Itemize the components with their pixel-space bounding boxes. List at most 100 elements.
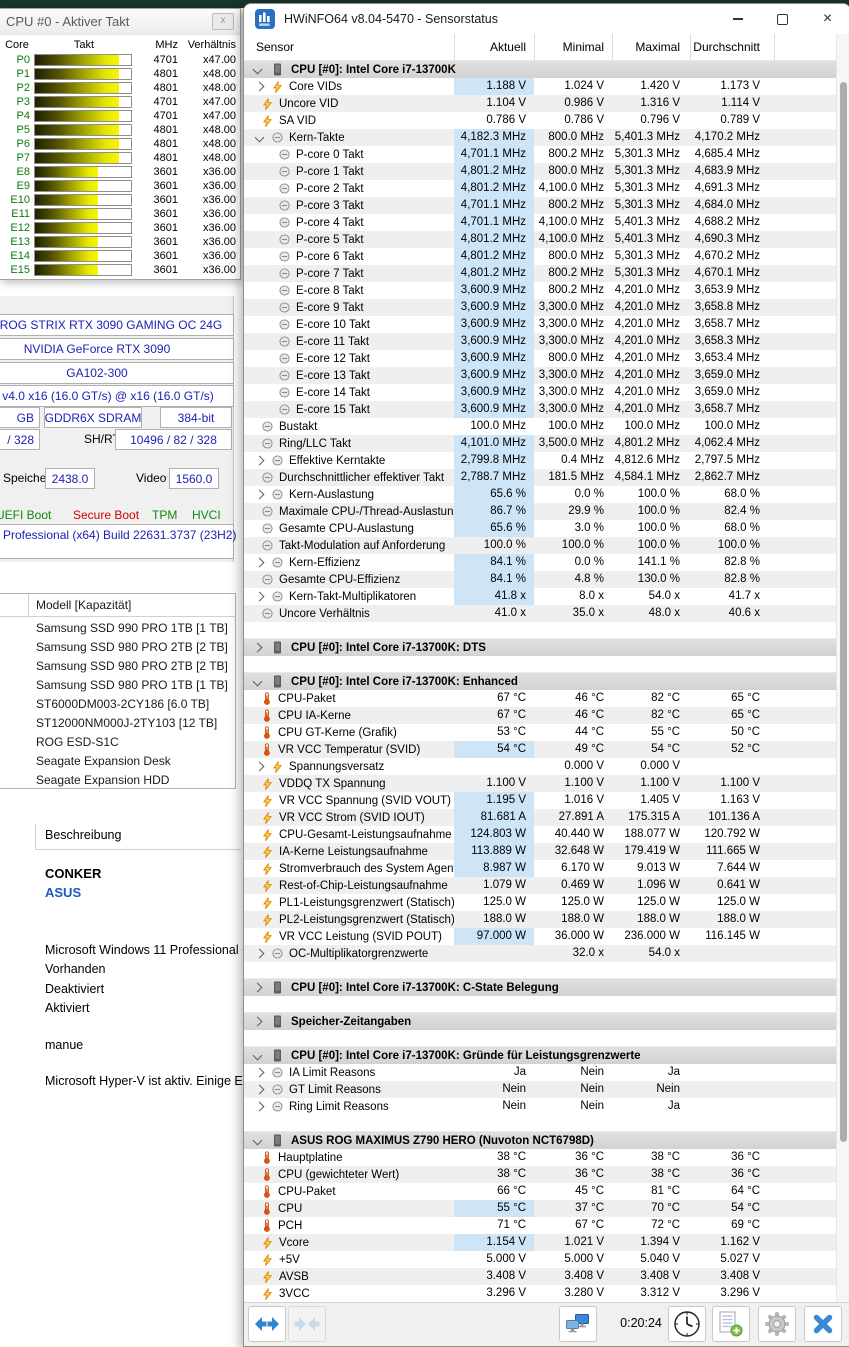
column-aktuell[interactable]: Aktuell: [454, 34, 534, 60]
expand-chevron-icon[interactable]: [254, 948, 265, 959]
expand-chevron-icon[interactable]: [254, 591, 265, 602]
sensor-row[interactable]: CPU-Gesamt-Leistungsaufnahme 124.803 W 40.…: [244, 826, 836, 843]
sensor-row[interactable]: P-core 3 Takt 4,701.1 MHz 800.2 MHz 5,301.3…: [244, 197, 836, 214]
sensor-row[interactable]: CPU 55 °C 37 °C 70 °C 54 °C: [244, 1200, 836, 1217]
sensor-row[interactable]: E-core 9 Takt 3,600.9 MHz 3,300.0 MHz 4,201…: [244, 299, 836, 316]
sensor-section-header[interactable]: CPU [#0]: Intel Core i7-13700K: Enhanced: [244, 672, 836, 690]
expand-chevron-icon[interactable]: [254, 761, 265, 772]
sensor-row[interactable]: P-core 6 Takt 4,801.2 MHz 800.0 MHz 5,301.3…: [244, 248, 836, 265]
drive-column-header[interactable]: Modell [Kapazität]: [36, 598, 131, 612]
sensor-row[interactable]: E-core 13 Takt 3,600.9 MHz 3,300.0 MHz 4,20…: [244, 367, 836, 384]
sensor-row[interactable]: VR VCC Spannung (SVID VOUT) 1.195 V 1.016 …: [244, 792, 836, 809]
sensor-row[interactable]: Takt-Modulation auf Anforderung 100.0 % 10…: [244, 537, 836, 554]
sensor-section-header[interactable]: CPU [#0]: Intel Core i7-13700K: [244, 60, 836, 78]
sensor-row[interactable]: CPU-Paket 67 °C 46 °C 82 °C 65 °C: [244, 690, 836, 707]
sensor-row[interactable]: P-core 0 Takt 4,701.1 MHz 800.2 MHz 5,301.3…: [244, 146, 836, 163]
sensor-row[interactable]: Hauptplatine 38 °C 36 °C 38 °C 36 °C: [244, 1149, 836, 1166]
expand-chevron-icon[interactable]: [252, 676, 263, 687]
sensor-row[interactable]: VR VCC Strom (SVID IOUT) 81.681 A 27.891 A…: [244, 809, 836, 826]
sensor-row[interactable]: IA Limit Reasons Ja Nein Ja: [244, 1064, 836, 1081]
sensor-row[interactable]: Kern-Takt-Multiplikatoren 41.8 x 8.0 x 54.0…: [244, 588, 836, 605]
sensor-row[interactable]: E-core 12 Takt 3,600.9 MHz 800.0 MHz 4,201.…: [244, 350, 836, 367]
sensor-row[interactable]: SA VID 0.786 V 0.786 V 0.796 V 0.789 V: [244, 112, 836, 129]
report-button[interactable]: [712, 1306, 750, 1342]
expand-chevron-icon[interactable]: [252, 642, 263, 653]
sensor-row[interactable]: Kern-Auslastung 65.6 % 0.0 % 100.0 % 68.0 %: [244, 486, 836, 503]
drive-item[interactable]: Seagate Expansion Desk: [36, 752, 231, 771]
sensor-row[interactable]: IA-Kerne Leistungsaufnahme 113.889 W 32.64…: [244, 843, 836, 860]
column-sensor[interactable]: Sensor: [244, 34, 454, 60]
drive-item[interactable]: ST12000NM000J-2TY103 [12 TB]: [36, 714, 231, 733]
sensor-row[interactable]: E-core 11 Takt 3,600.9 MHz 3,300.0 MHz 4,20…: [244, 333, 836, 350]
expand-chevron-icon[interactable]: [252, 64, 263, 75]
sensor-row[interactable]: P-core 1 Takt 4,801.2 MHz 800.0 MHz 5,301.3…: [244, 163, 836, 180]
sensor-row[interactable]: E-core 14 Takt 3,600.9 MHz 3,300.0 MHz 4,20…: [244, 384, 836, 401]
remote-sensors-button[interactable]: [559, 1306, 597, 1342]
sensor-row[interactable]: E-core 10 Takt 3,600.9 MHz 3,300.0 MHz 4,20…: [244, 316, 836, 333]
expand-chevron-icon[interactable]: [254, 1101, 265, 1112]
sensor-row[interactable]: PCH 71 °C 67 °C 72 °C 69 °C: [244, 1217, 836, 1234]
drive-item[interactable]: Samsung SSD 990 PRO 1TB [1 TB]: [36, 619, 231, 638]
hwinfo-titlebar[interactable]: HWiNFO64 v8.04-5470 - Sensorstatus ×: [244, 4, 849, 34]
description-column-header[interactable]: Beschreibung: [45, 828, 121, 842]
drive-item[interactable]: ROG ESD-S1C: [36, 733, 231, 752]
sensor-row[interactable]: CPU GT-Kerne (Grafik) 53 °C 44 °C 55 °C 50 °…: [244, 724, 836, 741]
expand-chevron-icon[interactable]: [254, 557, 265, 568]
sensor-row[interactable]: GT Limit Reasons Nein Nein Nein: [244, 1081, 836, 1098]
sensor-row[interactable]: E-core 15 Takt 3,600.9 MHz 3,300.0 MHz 4,20…: [244, 401, 836, 418]
sensor-row[interactable]: CPU IA-Kerne 67 °C 46 °C 82 °C 65 °C: [244, 707, 836, 724]
minimize-button[interactable]: [715, 4, 760, 34]
column-minimal[interactable]: Minimal: [534, 34, 612, 60]
expand-chevron-icon[interactable]: [254, 455, 265, 466]
sensor-row[interactable]: Durchschnittlicher effektiver Takt 2,788.…: [244, 469, 836, 486]
drive-item[interactable]: Samsung SSD 980 PRO 1TB [1 TB]: [36, 676, 231, 695]
exit-button[interactable]: [804, 1306, 842, 1342]
expand-chevron-icon[interactable]: [254, 1084, 265, 1095]
sensor-row[interactable]: Core VIDs 1.188 V 1.024 V 1.420 V 1.173 V: [244, 78, 836, 95]
maximize-button[interactable]: [760, 4, 805, 34]
sensor-row[interactable]: CPU-Paket 66 °C 45 °C 81 °C 64 °C: [244, 1183, 836, 1200]
vertical-scrollbar[interactable]: [836, 34, 849, 1303]
sensor-row[interactable]: Rest-of-Chip-Leistungsaufnahme 1.079 W 0.4…: [244, 877, 836, 894]
sensor-row[interactable]: Effektive Kerntakte 2,799.8 MHz 0.4 MHz 4,8…: [244, 452, 836, 469]
sensor-row[interactable]: P-core 4 Takt 4,701.1 MHz 4,100.0 MHz 5,401…: [244, 214, 836, 231]
sensor-row[interactable]: Kern-Takte 4,182.3 MHz 800.0 MHz 5,401.3 MH…: [244, 129, 836, 146]
sensor-row[interactable]: +5V 5.000 V 5.000 V 5.040 V 5.027 V: [244, 1251, 836, 1268]
scrollbar-thumb[interactable]: [840, 82, 847, 1142]
expand-chevron-icon[interactable]: [254, 81, 265, 92]
drive-item[interactable]: Samsung SSD 980 PRO 2TB [2 TB]: [36, 638, 231, 657]
sensor-row[interactable]: P-core 5 Takt 4,801.2 MHz 4,100.0 MHz 5,401…: [244, 231, 836, 248]
drive-item[interactable]: ST6000DM003-2CY186 [6.0 TB]: [36, 695, 231, 714]
expand-chevron-icon[interactable]: [252, 1050, 263, 1061]
sensor-section-header[interactable]: ASUS ROG MAXIMUS Z790 HERO (Nuvoton NCT6…: [244, 1131, 836, 1149]
sensor-table-header[interactable]: Sensor Aktuell Minimal Maximal Durchschn…: [244, 34, 836, 61]
sensor-row[interactable]: Maximale CPU-/Thread-Auslastung 86.7 % 29.…: [244, 503, 836, 520]
sensor-row[interactable]: P-core 2 Takt 4,801.2 MHz 4,100.0 MHz 5,301…: [244, 180, 836, 197]
sensor-row[interactable]: Kern-Effizienz 84.1 % 0.0 % 141.1 % 82.8 %: [244, 554, 836, 571]
column-maximal[interactable]: Maximal: [612, 34, 690, 60]
sensor-row[interactable]: PL2-Leistungsgrenzwert (Statisch) 188.0 W…: [244, 911, 836, 928]
sensor-row[interactable]: AVSB 3.408 V 3.408 V 3.408 V 3.408 V: [244, 1268, 836, 1285]
sensor-section-header[interactable]: CPU [#0]: Intel Core i7-13700K: Gründe f…: [244, 1046, 836, 1064]
close-button[interactable]: ×: [805, 4, 849, 34]
sensor-section-header[interactable]: Speicher-Zeitangaben: [244, 1012, 836, 1030]
sensor-row[interactable]: Uncore Verhältnis 41.0 x 35.0 x 48.0 x 40.6 …: [244, 605, 836, 622]
expand-columns-button[interactable]: [248, 1306, 286, 1342]
expand-chevron-icon[interactable]: [252, 1016, 263, 1027]
sensor-row[interactable]: Bustakt 100.0 MHz 100.0 MHz 100.0 MHz 100.0 …: [244, 418, 836, 435]
sensor-section-header[interactable]: CPU [#0]: Intel Core i7-13700K: DTS: [244, 638, 836, 656]
sensor-row[interactable]: CPU (gewichteter Wert) 38 °C 36 °C 38 °C 36 …: [244, 1166, 836, 1183]
sensor-row[interactable]: P-core 7 Takt 4,801.2 MHz 800.2 MHz 5,301.3…: [244, 265, 836, 282]
sensor-row[interactable]: VR VCC Temperatur (SVID) 54 °C 49 °C 54 °C 5…: [244, 741, 836, 758]
sensor-row[interactable]: Gesamte CPU-Effizienz 84.1 % 4.8 % 130.0 % 8…: [244, 571, 836, 588]
sensor-row[interactable]: Gesamte CPU-Auslastung 65.6 % 3.0 % 100.0 %…: [244, 520, 836, 537]
sensor-row[interactable]: VDDQ TX Spannung 1.100 V 1.100 V 1.100 V 1.1…: [244, 775, 836, 792]
sensor-row[interactable]: Uncore VID 1.104 V 0.986 V 1.316 V 1.114 V: [244, 95, 836, 112]
vendor-link[interactable]: ASUS: [45, 885, 81, 900]
expand-chevron-icon[interactable]: [252, 982, 263, 993]
settings-button[interactable]: [758, 1306, 796, 1342]
sensor-row[interactable]: OC-Multiplikatorgrenzwerte 32.0 x 54.0 x: [244, 945, 836, 962]
expand-chevron-icon[interactable]: [254, 489, 265, 500]
expand-chevron-icon[interactable]: [254, 132, 265, 143]
sensor-section-header[interactable]: CPU [#0]: Intel Core i7-13700K: C-State …: [244, 978, 836, 996]
